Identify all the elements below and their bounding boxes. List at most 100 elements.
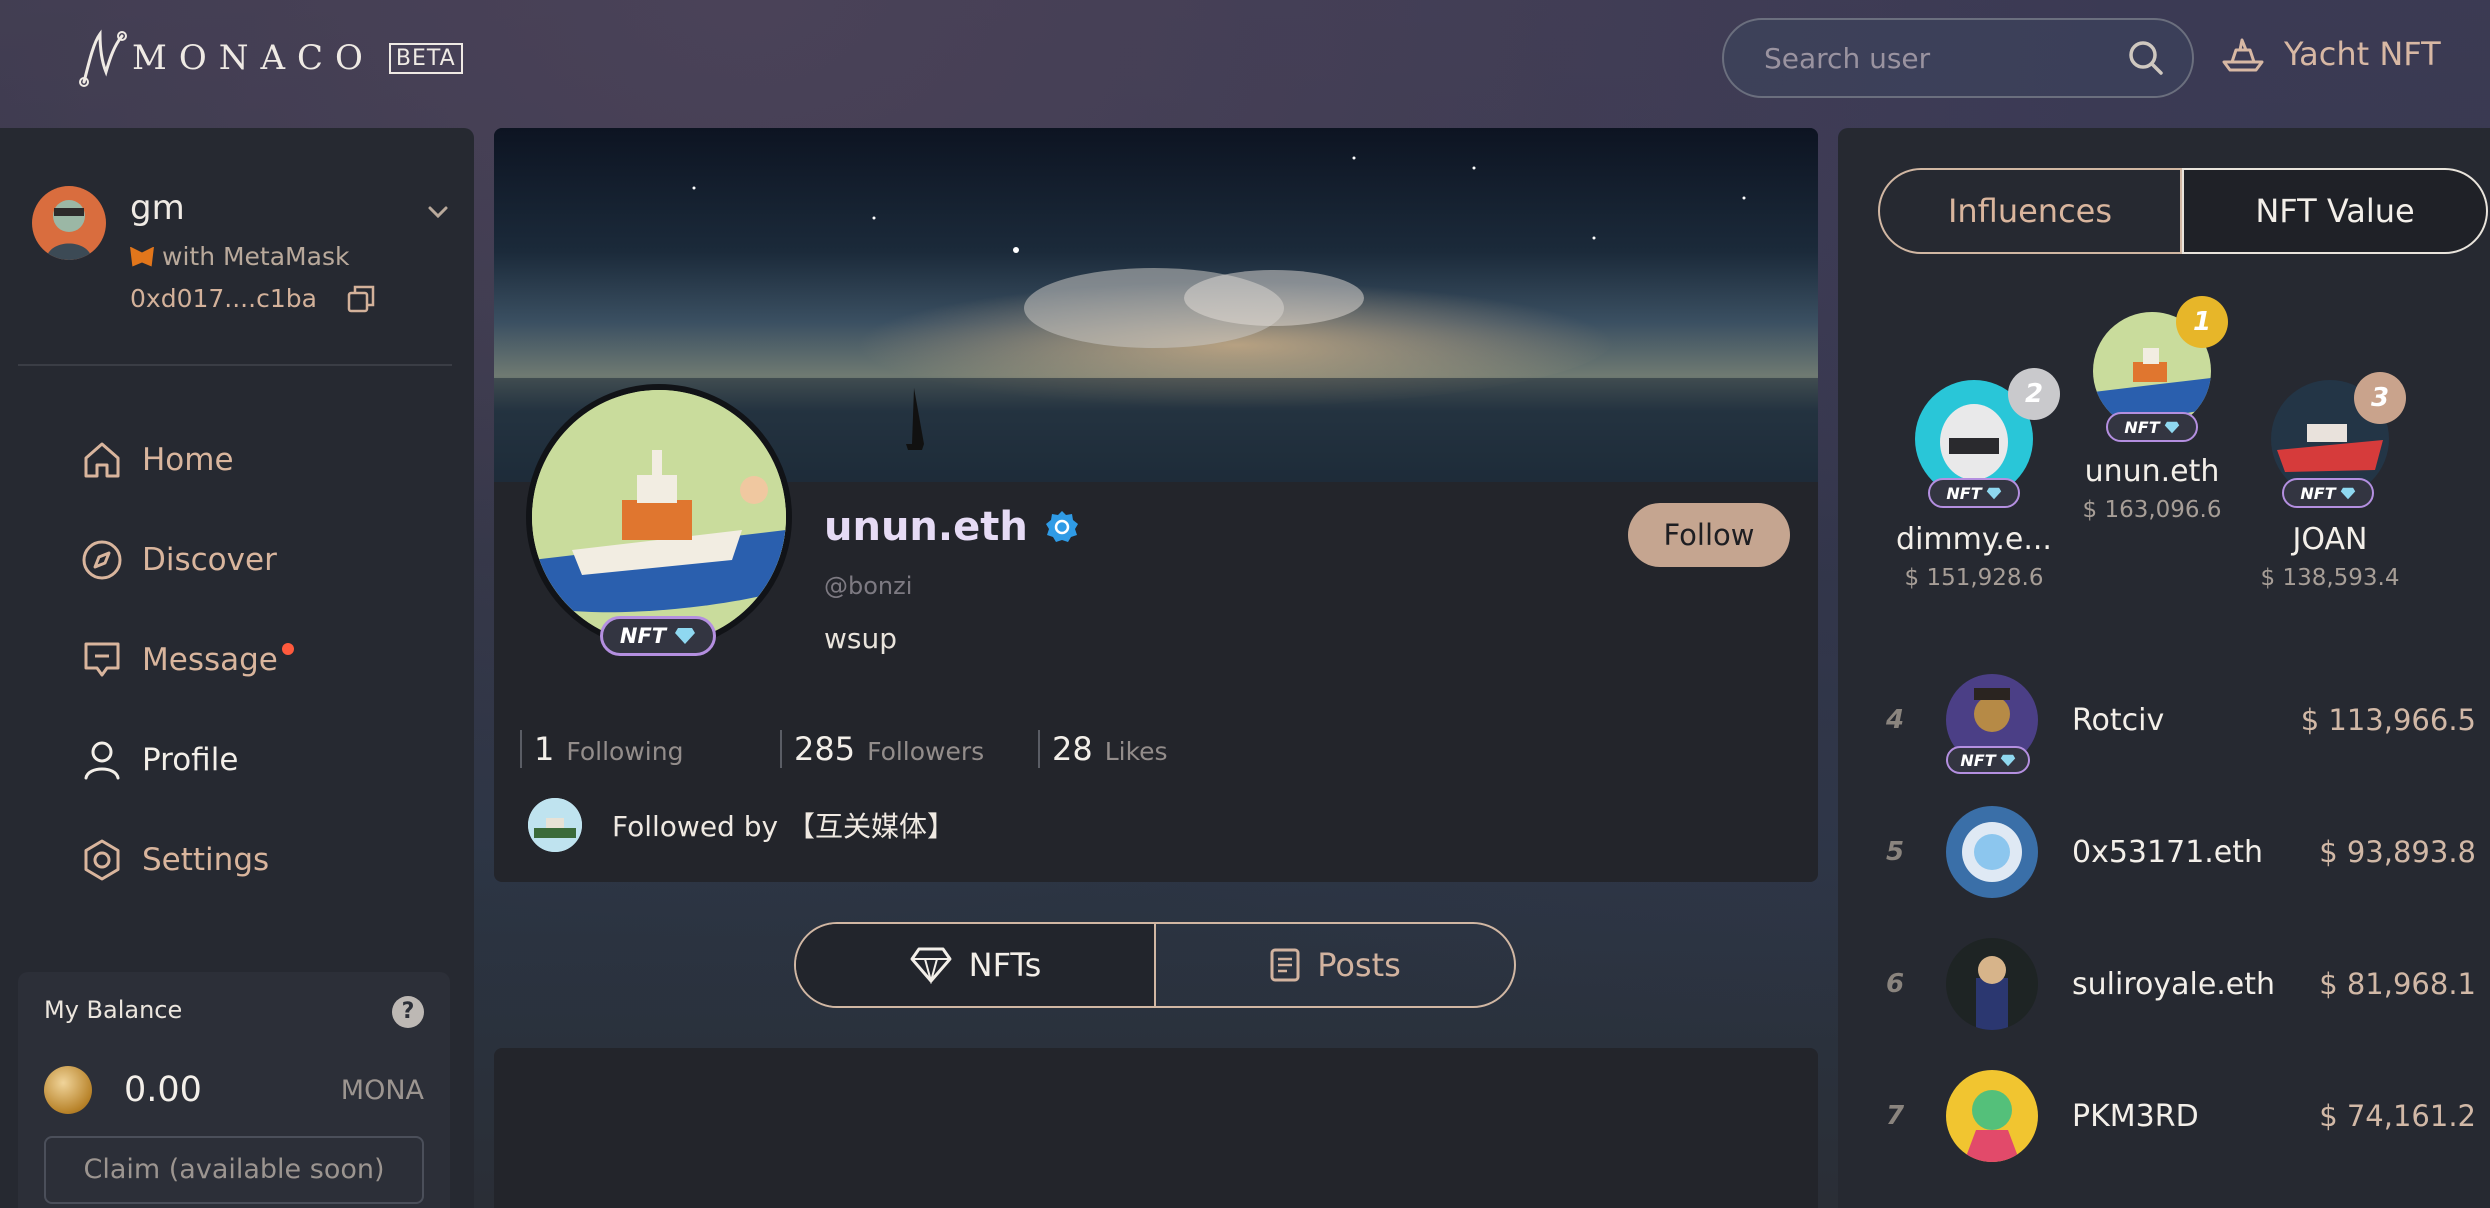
yacht-nft-label: Yacht NFT: [2284, 35, 2441, 73]
podium-name: dimmy.e...: [1896, 522, 2052, 557]
nav-item-message[interactable]: Message: [80, 610, 460, 710]
settings-icon: [84, 839, 120, 881]
likes-count: 28: [1052, 730, 1093, 768]
row-name: suliroyale.eth: [2072, 966, 2276, 1002]
stat-followers[interactable]: 285 Followers: [780, 730, 1038, 768]
podium-value: $ 138,593.4: [2260, 565, 2400, 591]
leaderboard-row[interactable]: 5 0x53171.eth $ 93,893.8: [1886, 802, 2476, 902]
leaderboard-row[interactable]: 7 PKM3RD $ 74,161.2: [1886, 1066, 2476, 1166]
balance-title: My Balance: [44, 996, 183, 1024]
nav-item-settings[interactable]: Settings: [80, 810, 460, 910]
row-avatar: [1946, 806, 2038, 898]
nft-badge-label: NFT: [2300, 483, 2336, 503]
row-value: $ 74,161.2: [2319, 1099, 2476, 1133]
podium-value: $ 151,928.6: [1904, 565, 2044, 591]
followers-count: 285: [794, 730, 856, 768]
home-icon: [84, 442, 120, 478]
podium-name: JOAN: [2292, 522, 2368, 557]
tab-nfts-label: NFTs: [968, 946, 1042, 984]
claim-button[interactable]: Claim (available soon): [44, 1136, 424, 1204]
help-icon[interactable]: ?: [392, 996, 424, 1028]
search-input[interactable]: [1764, 41, 2126, 75]
metamask-fox-icon: [130, 246, 154, 267]
message-icon: [84, 642, 120, 677]
stat-likes[interactable]: 28 Likes: [1038, 730, 1168, 768]
left-sidebar: gm with MetaMask 0xd017....c1ba Home Dis…: [0, 128, 474, 1208]
row-rank: 6: [1886, 969, 1905, 999]
row-rank: 5: [1886, 837, 1905, 867]
yacht-nft-link[interactable]: Yacht NFT: [2220, 34, 2441, 74]
row-name: 0x53171.eth: [2072, 834, 2264, 870]
nav-item-profile[interactable]: Profile: [80, 710, 460, 810]
stat-following[interactable]: 1 Following: [520, 730, 780, 768]
monaco-logo-icon: [79, 29, 127, 87]
monaco-logo[interactable]: MONACO BETA: [78, 28, 463, 88]
profile-stats: 1 Following 285 Followers 28 Likes: [520, 730, 1168, 768]
row-rank: 4: [1886, 705, 1905, 735]
account-switcher[interactable]: gm with MetaMask 0xd017....c1ba: [32, 186, 452, 313]
nav-item-home[interactable]: Home: [80, 410, 460, 510]
podium-value: $ 163,096.6: [2082, 497, 2222, 523]
silver-medal-icon: 2: [2008, 368, 2060, 420]
bronze-medal-icon: 3: [2354, 372, 2406, 424]
row-rank: 7: [1886, 1101, 1905, 1131]
profile-avatar: [526, 384, 792, 650]
nav-label-discover: Discover: [142, 542, 277, 578]
balance-card: My Balance ? 0.00 MONA Claim (available …: [18, 972, 450, 1208]
leaderboard-row[interactable]: 6 suliroyale.eth $ 81,968.1: [1886, 934, 2476, 1034]
podium-rank-1[interactable]: 1 NFT unun.eth $ 163,096.6: [2074, 296, 2230, 523]
podium-name: unun.eth: [2084, 454, 2220, 489]
leaderboard-row[interactable]: 4 Rotciv $ 113,966.5 NFT: [1886, 670, 2476, 774]
verified-icon: [1045, 511, 1078, 542]
row-nft-badge: NFT: [1946, 746, 2030, 774]
row-avatar: [1946, 938, 2038, 1030]
tab-influences[interactable]: Influences: [1878, 168, 2182, 254]
account-name: gm: [130, 188, 185, 228]
follower-avatar: [528, 798, 582, 852]
diamond-icon: [675, 628, 696, 644]
tab-nft-value[interactable]: NFT Value: [2182, 168, 2488, 254]
compass-icon: [82, 540, 122, 580]
chevron-down-icon[interactable]: [424, 198, 452, 226]
nft-badge-label: NFT: [2124, 417, 2160, 437]
row-name: Rotciv: [2072, 702, 2165, 738]
leaderboard-panel: Influences NFT Value 2 NFT dimmy.e... $ …: [1838, 128, 2490, 1208]
top-bar: MONACO BETA Yacht NFT: [0, 0, 2490, 128]
diamond-icon: [910, 947, 952, 984]
follow-button[interactable]: Follow: [1628, 503, 1790, 567]
profile-bio: wsup: [824, 622, 898, 655]
content-tabs: NFTs Posts: [794, 922, 1516, 1008]
mona-coin-icon: [44, 1066, 92, 1114]
profile-nft-badge: NFT: [600, 616, 716, 656]
balance-amount: 0.00: [124, 1070, 202, 1110]
podium-rank-3[interactable]: 3 NFT JOAN $ 138,593.4: [2250, 372, 2410, 591]
main-nav: Home Discover Message Profile Settings: [80, 410, 460, 910]
tab-posts-label: Posts: [1317, 946, 1401, 984]
copy-icon[interactable]: [347, 285, 375, 313]
diamond-icon: [1986, 487, 2001, 499]
nav-label-profile: Profile: [142, 742, 239, 778]
search-icon[interactable]: [2126, 38, 2166, 78]
profile-identity: unun.eth @bonzi wsup: [824, 504, 1080, 655]
profile-card: NFT unun.eth @bonzi wsup Follow 1 Follow…: [494, 128, 1818, 882]
nav-label-settings: Settings: [142, 842, 270, 878]
tab-posts[interactable]: Posts: [1156, 924, 1514, 1006]
podium-nft-badge: NFT: [1928, 478, 2020, 508]
gold-medal-icon: 1: [2176, 296, 2228, 348]
nav-item-discover[interactable]: Discover: [80, 510, 460, 610]
profile-username: unun.eth: [824, 504, 1028, 550]
nft-badge-label: NFT: [1946, 483, 1982, 503]
balance-row: 0.00 MONA: [44, 1066, 424, 1114]
nft-grid-container: [494, 1048, 1818, 1208]
row-value: $ 113,966.5: [2300, 703, 2476, 737]
search-box[interactable]: [1722, 18, 2194, 98]
podium-nft-badge: NFT: [2282, 478, 2374, 508]
nft-badge-label: NFT: [619, 624, 667, 648]
tab-nfts[interactable]: NFTs: [796, 924, 1156, 1006]
podium-rank-2[interactable]: 2 NFT dimmy.e... $ 151,928.6: [1896, 368, 2060, 591]
wallet-address: 0xd017....c1ba: [130, 284, 375, 313]
profile-handle: @bonzi: [824, 572, 913, 600]
followed-by[interactable]: Followed by 【互关媒体】: [528, 798, 955, 852]
user-icon: [84, 741, 120, 780]
balance-unit: MONA: [340, 1074, 424, 1106]
